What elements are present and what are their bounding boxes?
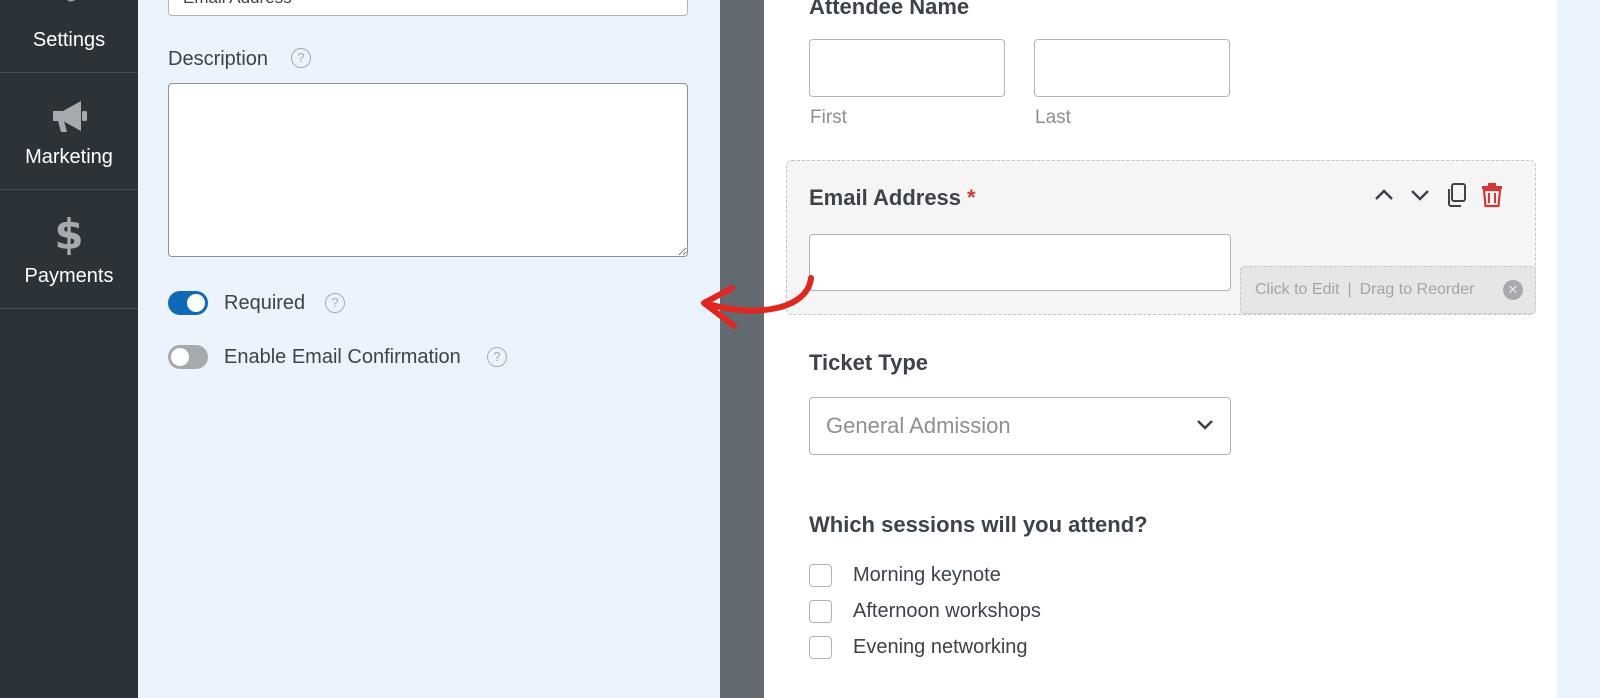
description-help-icon[interactable]: ? <box>291 48 311 68</box>
nav-label-payments: Payments <box>24 265 114 287</box>
field-options-panel: Email Address Description ? Required ? E… <box>138 0 720 698</box>
required-label: Required <box>224 292 306 314</box>
session-option[interactable]: Afternoon workshops <box>809 598 1041 624</box>
move-down-icon[interactable] <box>1406 181 1434 209</box>
email-field-block[interactable]: Email Address * Click to Edit | Drag to … <box>786 160 1536 315</box>
panel-divider <box>720 0 764 698</box>
nav-label-marketing: Marketing <box>25 146 113 168</box>
email-confirmation-toggle[interactable] <box>168 345 208 369</box>
edit-drag-hint[interactable]: Click to Edit | Drag to Reorder ✕ <box>1240 266 1536 314</box>
session-option-label: Evening networking <box>853 635 1028 658</box>
last-sublabel: Last <box>1035 107 1071 128</box>
close-icon[interactable]: ✕ <box>1503 280 1523 300</box>
annotation-arrow-icon <box>701 275 814 329</box>
required-toggle[interactable] <box>168 291 208 315</box>
nav-label-settings: Settings <box>32 29 106 51</box>
field-label-input[interactable]: Email Address <box>168 0 688 16</box>
email-confirmation-label: Enable Email Confirmation <box>224 346 461 368</box>
nav-item-payments[interactable]: $ Payments <box>0 190 138 309</box>
sessions-label: Which sessions will you attend? <box>809 512 1148 537</box>
description-label: Description <box>168 48 269 70</box>
nav-item-settings[interactable]: Settings <box>0 0 138 73</box>
chevron-down-icon <box>1197 420 1213 430</box>
dollar-icon: $ <box>54 211 83 255</box>
session-option[interactable]: Morning keynote <box>809 562 1001 588</box>
email-label: Email Address * <box>809 185 976 210</box>
move-up-icon[interactable] <box>1370 181 1398 209</box>
delete-icon[interactable] <box>1478 181 1506 209</box>
nav-item-marketing[interactable]: Marketing <box>0 73 138 190</box>
sliders-icon <box>67 0 75 2</box>
session-option[interactable]: Evening networking <box>809 634 1028 660</box>
email-input[interactable] <box>809 234 1231 291</box>
ticket-type-label: Ticket Type <box>809 350 929 375</box>
required-help-icon[interactable]: ? <box>325 293 345 313</box>
email-confirmation-help-icon[interactable]: ? <box>487 347 507 367</box>
last-name-input[interactable] <box>1034 39 1230 97</box>
right-panel-edge <box>1557 0 1600 698</box>
ticket-type-select[interactable]: General Admission <box>809 397 1231 455</box>
description-textarea[interactable] <box>168 83 688 257</box>
megaphone-icon <box>53 101 87 132</box>
first-name-input[interactable] <box>809 39 1005 97</box>
sidebar-nav: Settings Marketing $ Payments <box>0 0 138 698</box>
ticket-type-value: General Admission <box>826 413 1011 438</box>
click-to-edit-text: Click to Edit <box>1255 281 1340 298</box>
session-option-label: Afternoon workshops <box>853 599 1041 622</box>
drag-to-reorder-text: Drag to Reorder <box>1359 281 1475 298</box>
hint-separator: | <box>1347 281 1352 298</box>
duplicate-icon[interactable] <box>1442 181 1470 209</box>
attendee-name-label: Attendee Name <box>809 0 970 19</box>
required-marker: * <box>967 185 976 210</box>
session-checkbox[interactable] <box>809 563 832 587</box>
session-checkbox[interactable] <box>809 635 832 659</box>
session-option-label: Morning keynote <box>853 563 1001 586</box>
form-preview: Attendee Name First Last Email Address* <box>764 0 1557 698</box>
session-checkbox[interactable] <box>809 599 832 623</box>
first-sublabel: First <box>810 107 847 128</box>
svg-text:$: $ <box>54 211 83 255</box>
